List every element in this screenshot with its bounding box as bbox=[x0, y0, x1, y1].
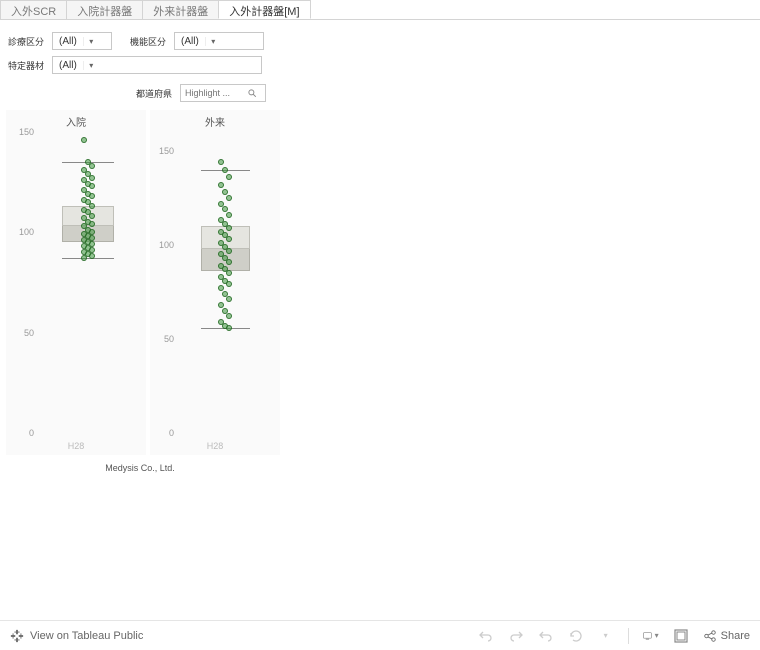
share-label: Share bbox=[721, 630, 750, 642]
filter-todofuken-label: 都道府県 bbox=[136, 87, 172, 100]
data-point[interactable] bbox=[89, 183, 95, 189]
refresh-button[interactable] bbox=[568, 628, 584, 644]
chevron-down-icon: ▾ bbox=[83, 37, 99, 46]
chart-panel-nyuin: 入院 050100150 H28 bbox=[6, 110, 146, 455]
data-point[interactable] bbox=[226, 313, 232, 319]
credit-text: Medysis Co., Ltd. bbox=[0, 455, 280, 473]
y-tick-label: 100 bbox=[150, 240, 174, 250]
revert-button[interactable] bbox=[538, 628, 554, 644]
data-point[interactable] bbox=[222, 167, 228, 173]
x-axis-label-gairai: H28 bbox=[150, 441, 280, 451]
x-axis-label-nyuin: H28 bbox=[6, 441, 146, 451]
dropdown-tokutei[interactable]: (All) ▾ bbox=[52, 56, 262, 74]
dropdown-kinou-value: (All) bbox=[175, 36, 205, 47]
data-point[interactable] bbox=[226, 259, 232, 265]
data-point[interactable] bbox=[226, 195, 232, 201]
redo-button[interactable] bbox=[508, 628, 524, 644]
data-point[interactable] bbox=[226, 296, 232, 302]
boxplot-nyuin[interactable]: 050100150 bbox=[36, 132, 140, 433]
y-tick-label: 0 bbox=[10, 428, 34, 438]
share-icon bbox=[703, 629, 717, 643]
highlight-search[interactable] bbox=[180, 84, 266, 102]
tableau-logo-icon bbox=[10, 629, 24, 643]
tab-nyuin[interactable]: 入院計器盤 bbox=[66, 0, 143, 19]
data-point[interactable] bbox=[89, 175, 95, 181]
toolbar-right: ▾ ▾ Share bbox=[478, 628, 750, 644]
fullscreen-button[interactable] bbox=[673, 628, 689, 644]
toolbar-separator bbox=[628, 628, 629, 644]
undo-button[interactable] bbox=[478, 628, 494, 644]
chart-panel-gairai: 外来 050100150 H28 bbox=[150, 110, 280, 455]
device-preview-button[interactable]: ▾ bbox=[643, 628, 659, 644]
data-point[interactable] bbox=[226, 248, 232, 254]
y-tick-label: 0 bbox=[150, 428, 174, 438]
highlight-row: 都道府県 bbox=[128, 80, 760, 110]
y-tick-label: 150 bbox=[10, 127, 34, 137]
data-point[interactable] bbox=[218, 159, 224, 165]
data-point[interactable] bbox=[81, 255, 87, 261]
dropdown-shinryo[interactable]: (All) ▾ bbox=[52, 32, 112, 50]
data-point[interactable] bbox=[226, 236, 232, 242]
data-point[interactable] bbox=[226, 325, 232, 331]
chevron-down-icon: ▾ bbox=[598, 628, 614, 644]
data-point[interactable] bbox=[226, 174, 232, 180]
data-point[interactable] bbox=[226, 212, 232, 218]
dropdown-tokutei-value: (All) bbox=[53, 60, 83, 71]
data-point[interactable] bbox=[89, 163, 95, 169]
dropdown-kinou[interactable]: (All) ▾ bbox=[174, 32, 264, 50]
data-point[interactable] bbox=[226, 281, 232, 287]
y-tick-label: 50 bbox=[150, 334, 174, 344]
filter-shinryo: 診療区分 (All) ▾ bbox=[8, 32, 112, 50]
filter-kinou: 機能区分 (All) ▾ bbox=[130, 32, 264, 50]
filter-tokutei-label: 特定器材 bbox=[8, 59, 44, 72]
filter-row-1: 診療区分 (All) ▾ 機能区分 (All) ▾ bbox=[0, 20, 760, 56]
data-point[interactable] bbox=[226, 270, 232, 276]
view-on-tableau-link[interactable]: View on Tableau Public bbox=[10, 629, 143, 643]
search-icon bbox=[247, 88, 257, 98]
tab-nyugai-m[interactable]: 入外計器盤[M] bbox=[218, 0, 310, 19]
filter-kinou-label: 機能区分 bbox=[130, 35, 166, 48]
share-button[interactable]: Share bbox=[703, 629, 750, 643]
y-tick-label: 150 bbox=[150, 146, 174, 156]
boxplot-gairai[interactable]: 050100150 bbox=[176, 132, 274, 433]
data-point[interactable] bbox=[89, 203, 95, 209]
y-tick-label: 50 bbox=[10, 328, 34, 338]
filter-row-2: 特定器材 (All) ▾ bbox=[0, 56, 760, 80]
bottom-toolbar: View on Tableau Public ▾ ▾ Share bbox=[0, 620, 760, 650]
view-on-tableau-label: View on Tableau Public bbox=[30, 630, 143, 642]
y-tick-label: 100 bbox=[10, 227, 34, 237]
data-point[interactable] bbox=[218, 182, 224, 188]
data-point[interactable] bbox=[89, 253, 95, 259]
chevron-down-icon: ▾ bbox=[205, 37, 221, 46]
data-point[interactable] bbox=[81, 137, 87, 143]
data-point[interactable] bbox=[226, 225, 232, 231]
data-point[interactable] bbox=[89, 221, 95, 227]
chart-area: 入院 050100150 H28 外来 050100150 H28 bbox=[0, 110, 760, 455]
data-point[interactable] bbox=[89, 213, 95, 219]
filter-shinryo-label: 診療区分 bbox=[8, 35, 44, 48]
tab-nyugai-scr[interactable]: 入外SCR bbox=[0, 0, 67, 19]
dropdown-shinryo-value: (All) bbox=[53, 36, 83, 47]
highlight-input[interactable] bbox=[185, 88, 247, 98]
data-point[interactable] bbox=[89, 193, 95, 199]
tab-bar: 入外SCR 入院計器盤 外来計器盤 入外計器盤[M] bbox=[0, 0, 760, 20]
chevron-down-icon: ▾ bbox=[83, 61, 99, 70]
tab-gairai[interactable]: 外来計器盤 bbox=[142, 0, 219, 19]
